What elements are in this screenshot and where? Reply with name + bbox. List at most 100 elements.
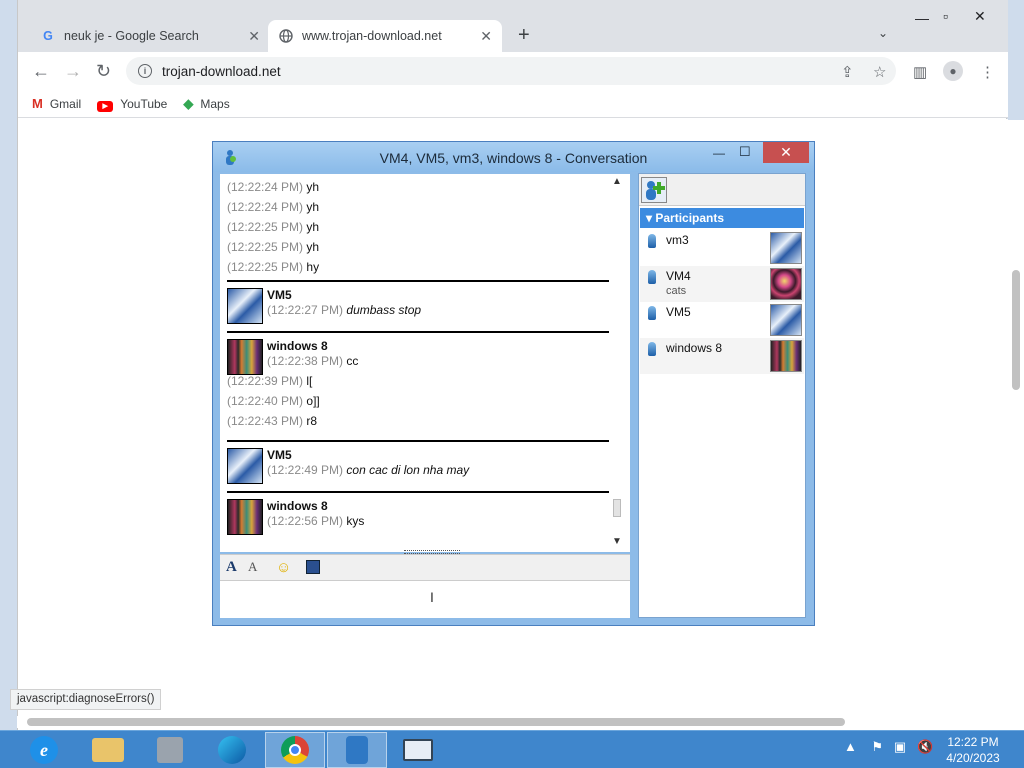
back-icon[interactable]: ← (32, 61, 50, 82)
page-content: VM4, VM5, vm3, windows 8 - Conversation … (18, 119, 1008, 730)
message-line: (12:22:25 PM) yh (227, 220, 320, 234)
taskbar-edge[interactable] (202, 732, 262, 768)
browser-toolbar: ← → ↻ i trojan-download.net ⇪ ☆ ▥ ● ⋮ (18, 52, 1008, 90)
message-line: (12:22:49 PM) con cac di lon nha may (267, 463, 470, 477)
address-bar[interactable]: i trojan-download.net (126, 57, 896, 85)
message-separator (227, 280, 609, 282)
bookmark-star-icon[interactable]: ☆ (873, 63, 886, 81)
sender-name: windows 8 (267, 339, 328, 353)
user-status-icon (648, 234, 656, 248)
emoticon-icon[interactable]: ☺ (276, 559, 291, 576)
taskbar-internet-explorer[interactable]: e (14, 732, 74, 768)
tab-title: neuk je - Google Search (64, 29, 199, 43)
address-text: trojan-download.net (162, 63, 281, 79)
share-icon[interactable]: ⇪ (841, 63, 854, 81)
forward-icon[interactable]: → (64, 61, 82, 82)
chevron-down-icon[interactable]: ⌄ (878, 26, 888, 40)
scroll-thumb[interactable] (27, 718, 845, 726)
message-line: (12:22:24 PM) yh (227, 180, 320, 194)
message-line: (12:22:25 PM) yh (227, 240, 320, 254)
minimize-icon[interactable]: — (713, 146, 725, 160)
tab-google-search[interactable]: G neuk je - Google Search ✕ (30, 20, 270, 52)
taskbar-remote-app[interactable] (388, 732, 448, 768)
message-input[interactable]: I (220, 580, 630, 618)
close-tab-icon[interactable]: ✕ (480, 28, 492, 45)
messenger-icon (346, 736, 368, 764)
format-toolbar: A A ☺ (220, 554, 630, 580)
avatar (227, 288, 263, 324)
taskbar-device-manager[interactable] (140, 732, 200, 768)
maximize-icon[interactable]: ☐ (739, 144, 751, 160)
scroll-thumb[interactable] (1012, 270, 1020, 390)
message-line: (12:22:40 PM) o]] (227, 394, 320, 408)
edge-icon (218, 736, 246, 764)
scroll-thumb[interactable] (613, 499, 621, 517)
tray-expand-icon[interactable]: ▲ (844, 739, 857, 754)
new-tab-button[interactable]: + (518, 24, 530, 47)
reload-icon[interactable]: ↻ (96, 61, 111, 82)
window-app-icon (403, 739, 433, 761)
volume-muted-icon[interactable]: 🔇 (917, 739, 933, 754)
close-tab-icon[interactable]: ✕ (248, 28, 260, 45)
clock[interactable]: 12:22 PM 4/20/2023 (938, 734, 1008, 766)
avatar (770, 340, 802, 372)
site-info-icon[interactable]: i (138, 64, 152, 78)
page-horizontal-scrollbar[interactable] (17, 716, 1007, 728)
tab-strip: G neuk je - Google Search ✕ www.trojan-d… (18, 0, 1008, 52)
participants-toolbar (639, 174, 805, 206)
youtube-icon: ▶ (97, 96, 114, 112)
participants-panel: ▾ Participants vm3 VM4 cats VM5 windows … (638, 173, 806, 618)
profile-icon[interactable]: ● (943, 61, 963, 81)
page-vertical-scrollbar[interactable] (1008, 120, 1024, 730)
close-icon[interactable]: ✕ (763, 142, 809, 163)
flag-icon[interactable]: ⚑ (871, 739, 883, 754)
system-tray: ▲ ⚑ ▣ 🔇 (844, 739, 933, 755)
message-history[interactable]: (12:22:24 PM) yh (12:22:24 PM) yh (12:22… (220, 174, 630, 554)
taskbar-chrome[interactable] (265, 732, 325, 768)
message-line: (12:22:56 PM) kys (267, 514, 365, 528)
maps-icon: ◆ (183, 95, 194, 111)
message-line: (12:22:43 PM) r8 (227, 414, 318, 428)
bookmark-maps[interactable]: ◆ Maps (183, 96, 229, 112)
tab-title: www.trojan-download.net (302, 29, 442, 43)
side-panel-icon[interactable]: ▥ (913, 63, 927, 81)
bookmark-gmail[interactable]: M Gmail (32, 96, 81, 111)
participant-windows-8[interactable]: windows 8 (640, 338, 804, 374)
sender-name: VM5 (267, 448, 292, 462)
browser-window: G neuk je - Google Search ✕ www.trojan-d… (17, 0, 1008, 730)
text-effects-icon[interactable]: A (248, 559, 257, 575)
status-bar: javascript:diagnoseErrors() (10, 689, 162, 710)
close-icon[interactable]: ✕ (974, 8, 986, 25)
message-line: (12:22:24 PM) yh (227, 200, 320, 214)
participant-vm3[interactable]: vm3 (640, 230, 804, 266)
computer-management-icon (157, 737, 183, 763)
bookmarks-bar: M Gmail ▶ YouTube ◆ Maps (18, 90, 1008, 118)
user-status-icon (648, 306, 656, 320)
taskbar-messenger[interactable] (327, 732, 387, 768)
avatar (770, 268, 802, 300)
save-icon[interactable] (306, 560, 320, 574)
chat-scrollbar[interactable]: ▲ ▼ (610, 174, 624, 552)
tab-trojan-download[interactable]: www.trojan-download.net ✕ (268, 20, 502, 52)
avatar (227, 499, 263, 535)
participant-vm5[interactable]: VM5 (640, 302, 804, 338)
scroll-down-icon[interactable]: ▼ (612, 536, 622, 547)
participant-vm4[interactable]: VM4 cats (640, 266, 804, 302)
menu-icon[interactable]: ⋮ (980, 63, 995, 81)
globe-icon (278, 28, 294, 44)
minimize-icon[interactable]: — (915, 10, 929, 26)
message-separator (227, 440, 609, 442)
bookmark-youtube[interactable]: ▶ YouTube (97, 96, 167, 112)
add-participant-button[interactable] (641, 177, 667, 203)
network-icon[interactable]: ▣ (894, 739, 906, 754)
gmail-icon: M (32, 96, 43, 111)
conversation-titlebar[interactable]: VM4, VM5, vm3, windows 8 - Conversation … (213, 142, 814, 172)
taskbar-file-explorer[interactable] (78, 732, 138, 768)
font-icon[interactable]: A (226, 559, 237, 576)
avatar (770, 232, 802, 264)
maximize-icon[interactable]: ▫ (943, 8, 948, 24)
scroll-up-icon[interactable]: ▲ (612, 176, 622, 187)
participants-header[interactable]: ▾ Participants (640, 208, 804, 228)
chrome-icon (281, 736, 309, 764)
user-status-icon (648, 270, 656, 284)
